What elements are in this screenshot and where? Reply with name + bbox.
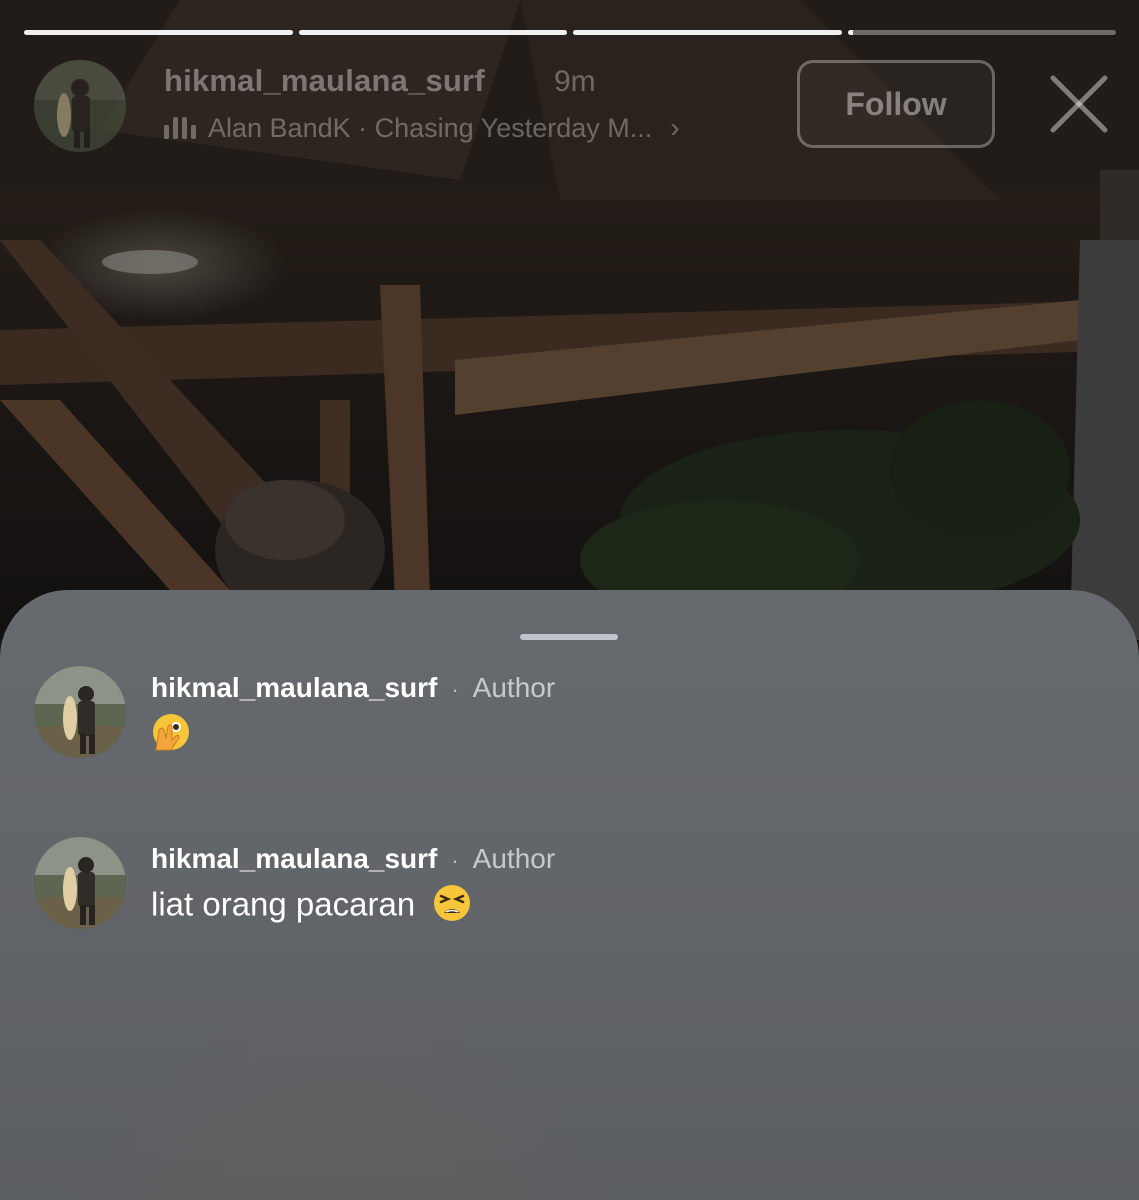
sheet-drag-handle[interactable] (520, 634, 618, 640)
progress-fill (847, 30, 853, 35)
separator-dot: · (451, 848, 459, 873)
comment-item: hikmal_maulana_surf · Author liat orang … (34, 837, 1104, 937)
comment-text (151, 712, 191, 760)
comment-username[interactable]: hikmal_maulana_surf (151, 843, 437, 875)
progress-segment (298, 30, 567, 35)
story-music[interactable]: Alan BandK · Chasing Yesterday M... › (164, 112, 680, 144)
comment-username[interactable]: hikmal_maulana_surf (151, 672, 437, 704)
comments-sheet: hikmal_maulana_surf · Author hikmal_maul… (0, 590, 1139, 1200)
story-progress (24, 30, 1116, 35)
progress-fill (298, 30, 567, 35)
progress-fill (573, 30, 842, 35)
author-badge: Author (472, 672, 556, 703)
story-time-ago: 9m (554, 65, 596, 98)
avatar[interactable] (34, 60, 126, 152)
comment-text: liat orang pacaran (151, 883, 472, 931)
story-viewer: hikmal_maulana_surf 9m Alan BandK · Chas… (0, 0, 1139, 1200)
tired-face-emoji-icon (432, 883, 472, 931)
face-with-hand-over-mouth-emoji-icon (151, 712, 191, 760)
music-label: Alan BandK · Chasing Yesterday M... (208, 112, 653, 143)
progress-segment (847, 30, 1116, 35)
story-username[interactable]: hikmal_maulana_surf (164, 63, 485, 99)
separator-dot: · (451, 677, 459, 702)
avatar[interactable] (34, 666, 126, 758)
close-icon[interactable] (1047, 72, 1111, 136)
music-bars-icon (164, 117, 196, 139)
comment-meta: hikmal_maulana_surf · Author (151, 843, 555, 875)
comment-meta: hikmal_maulana_surf · Author (151, 672, 555, 704)
author-badge: Author (472, 843, 556, 874)
comment-text-content: liat orang pacaran (151, 885, 416, 923)
progress-segment (573, 30, 842, 35)
story-header: hikmal_maulana_surf 9m Alan BandK · Chas… (34, 58, 1115, 158)
chevron-right-icon: › (670, 112, 680, 143)
avatar[interactable] (34, 837, 126, 929)
follow-button[interactable]: Follow (797, 60, 995, 148)
comment-item: hikmal_maulana_surf · Author (34, 666, 1104, 766)
progress-segment (24, 30, 293, 35)
progress-fill (24, 30, 293, 35)
